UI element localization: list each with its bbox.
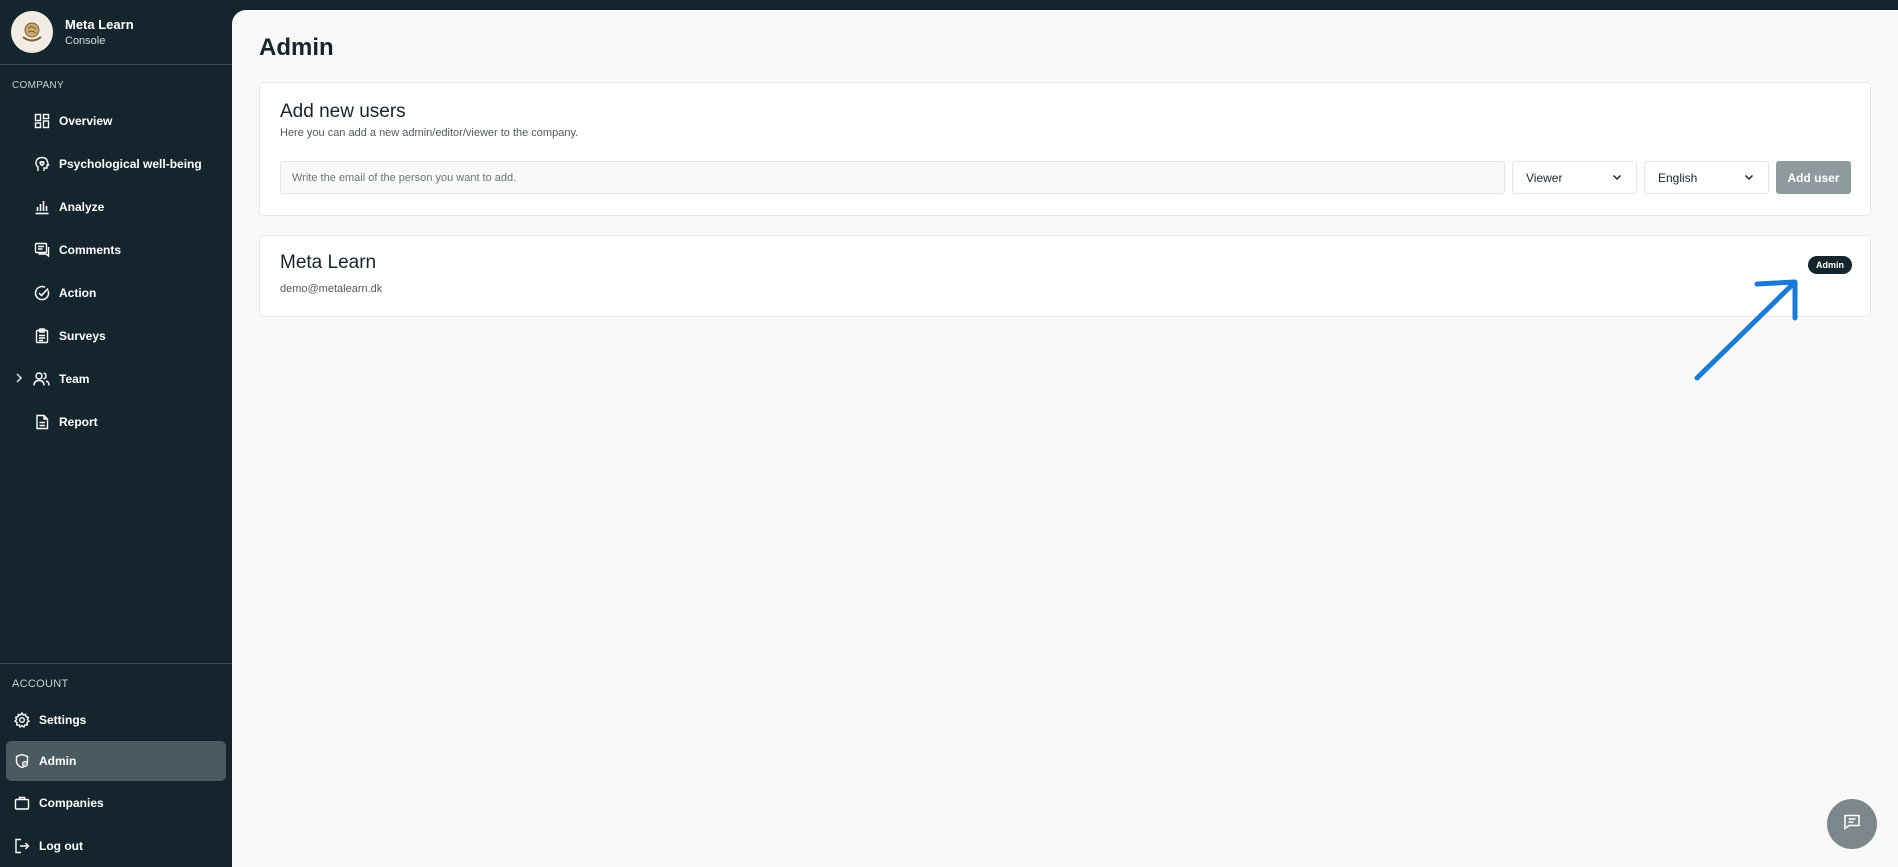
brand-subtitle: Console: [65, 35, 106, 47]
add-users-card: Add new users Here you can add a new adm…: [259, 82, 1871, 216]
chevron-down-icon: [1611, 171, 1623, 186]
briefcase-icon: [13, 794, 30, 811]
check-circle-icon: [33, 284, 50, 301]
document-icon: [33, 413, 50, 430]
sidebar-item-label: Settings: [39, 712, 87, 727]
language-select-value: English: [1658, 170, 1698, 185]
sidebar-item-label: Team: [59, 371, 90, 386]
sidebar-item-label: Log out: [39, 838, 83, 853]
role-select-value: Viewer: [1526, 170, 1563, 185]
sidebar-item-label: Psychological well-being: [59, 156, 202, 171]
email-field[interactable]: [280, 161, 1505, 194]
sidebar-item-label: Comments: [59, 242, 122, 257]
brand-name: Meta Learn: [65, 17, 134, 32]
sidebar-item-surveys[interactable]: Surveys: [0, 314, 232, 357]
sidebar-item-logout[interactable]: Log out: [0, 824, 232, 867]
chat-icon: [1843, 813, 1861, 836]
sidebar-item-settings[interactable]: Settings: [0, 698, 232, 741]
user-name: Meta Learn: [280, 252, 377, 273]
user-card: Meta Learn demo@metalearn.dk Admin: [259, 235, 1871, 317]
section-label-company: COMPANY: [12, 80, 64, 91]
sidebar-item-psychological-well-being[interactable]: Psychological well-being: [0, 142, 232, 185]
sidebar-item-label: Analyze: [59, 199, 105, 214]
users-icon: [33, 370, 50, 387]
comments-icon: [33, 241, 50, 258]
main-content: Admin Add new users Here you can add a n…: [232, 10, 1898, 867]
sidebar-item-overview[interactable]: Overview: [0, 99, 232, 142]
bar-chart-icon: [33, 198, 50, 215]
sidebar-item-label: Admin: [39, 754, 77, 768]
role-badge[interactable]: Admin: [1808, 256, 1852, 274]
brand-header[interactable]: Meta Learn Console: [0, 0, 232, 65]
sidebar-item-action[interactable]: Action: [0, 271, 232, 314]
logout-icon: [13, 837, 30, 854]
sidebar-divider: [0, 663, 232, 664]
chevron-down-icon: [1743, 171, 1755, 186]
clipboard-icon: [33, 327, 50, 344]
sidebar-item-label: Action: [59, 285, 97, 300]
add-users-subtitle: Here you can add a new admin/editor/view…: [280, 127, 579, 139]
language-select[interactable]: English: [1644, 161, 1769, 194]
section-label-account: ACCOUNT: [12, 678, 69, 690]
role-select[interactable]: Viewer: [1512, 161, 1637, 194]
dashboard-icon: [33, 112, 50, 129]
head-heart-icon: [33, 155, 50, 172]
sidebar-item-comments[interactable]: Comments: [0, 228, 232, 271]
chevron-right-icon[interactable]: [15, 372, 23, 386]
sidebar-item-report[interactable]: Report: [0, 400, 232, 443]
add-user-button[interactable]: Add user: [1776, 161, 1851, 194]
sidebar-item-analyze[interactable]: Analyze: [0, 185, 232, 228]
add-users-title: Add new users: [280, 101, 406, 122]
account-nav: Settings Admin Companies Log out: [0, 698, 232, 867]
sidebar-item-team[interactable]: Team: [0, 357, 232, 400]
sidebar-item-label: Report: [59, 414, 98, 429]
shield-icon: [13, 753, 30, 770]
sidebar-item-admin[interactable]: Admin: [6, 741, 226, 781]
page-title: Admin: [259, 34, 334, 61]
sidebar: Meta Learn Console COMPANY Overview Psyc…: [0, 0, 232, 867]
user-email: demo@metalearn.dk: [280, 283, 383, 295]
chat-button[interactable]: [1827, 799, 1877, 849]
sidebar-item-label: Companies: [39, 795, 104, 810]
gear-icon: [13, 711, 30, 728]
sidebar-item-companies[interactable]: Companies: [0, 781, 232, 824]
company-nav: Overview Psychological well-being Analyz…: [0, 99, 232, 443]
sidebar-item-label: Overview: [59, 113, 113, 128]
brain-hand-logo: [11, 11, 53, 53]
sidebar-item-label: Surveys: [59, 328, 106, 343]
